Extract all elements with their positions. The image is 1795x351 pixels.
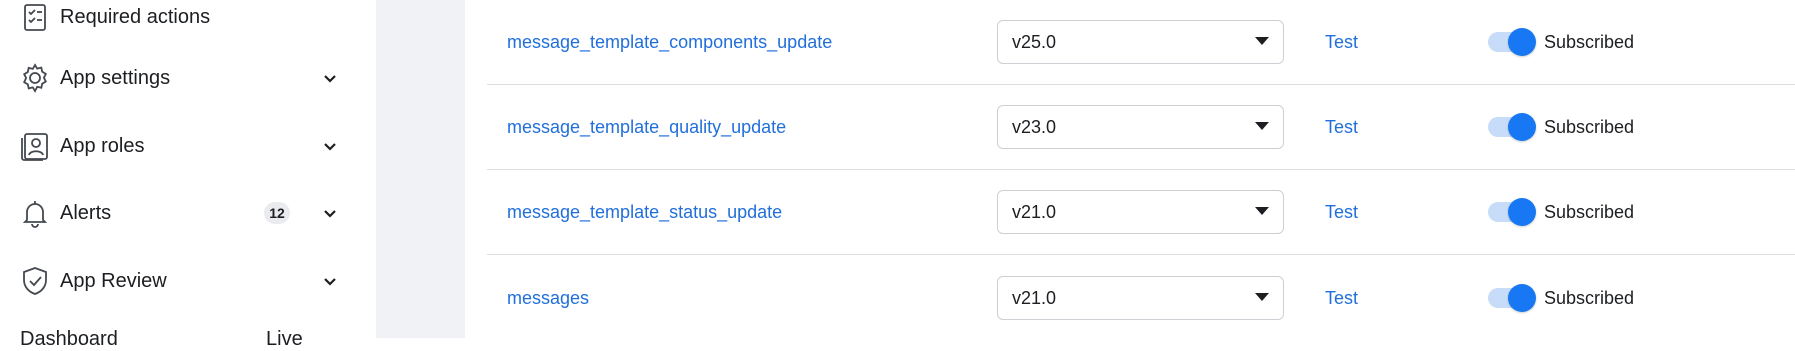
chevron-down-icon[interactable] bbox=[321, 69, 339, 87]
sidebar-item-required-actions[interactable]: Required actions bbox=[0, 0, 376, 43]
toggle-knob bbox=[1508, 284, 1536, 312]
toggle-knob bbox=[1508, 198, 1536, 226]
test-button[interactable]: Test bbox=[1325, 85, 1358, 169]
chevron-down-icon[interactable] bbox=[321, 204, 339, 222]
version-value: v25.0 bbox=[1012, 31, 1057, 52]
shield-check-icon bbox=[18, 264, 52, 298]
sidebar-item-label: App settings bbox=[60, 66, 171, 89]
test-button[interactable]: Test bbox=[1325, 170, 1358, 254]
version-select[interactable]: v25.0 bbox=[997, 20, 1284, 64]
chevron-down-icon[interactable] bbox=[321, 272, 339, 290]
test-button[interactable]: Test bbox=[1325, 256, 1358, 340]
sidebar-item-app-roles[interactable]: App roles bbox=[0, 120, 376, 172]
subscription-status: Subscribed bbox=[1544, 201, 1635, 222]
toggle-knob bbox=[1508, 113, 1536, 141]
sidebar: Required actions App settings App roles bbox=[0, 0, 376, 350]
caret-down-icon bbox=[1255, 207, 1269, 215]
caret-down-icon bbox=[1255, 37, 1269, 45]
toggle-knob bbox=[1508, 28, 1536, 56]
checklist-icon bbox=[18, 0, 52, 34]
sidebar-item-app-review[interactable]: App Review bbox=[0, 255, 376, 307]
webhook-field-name[interactable]: messages bbox=[507, 256, 589, 340]
sidebar-item-app-settings[interactable]: App settings bbox=[0, 52, 376, 104]
sidebar-cut-off-status: Live bbox=[266, 328, 303, 350]
sidebar-cut-off-item[interactable]: Dashboard bbox=[20, 328, 118, 351]
version-select[interactable]: v21.0 bbox=[997, 190, 1284, 234]
test-button[interactable]: Test bbox=[1325, 0, 1358, 84]
sidebar-item-label: App roles bbox=[60, 134, 145, 157]
caret-down-icon bbox=[1255, 293, 1269, 301]
subscribe-toggle[interactable] bbox=[1488, 113, 1536, 141]
id-badge-icon bbox=[18, 129, 52, 163]
version-value: v21.0 bbox=[1012, 287, 1057, 308]
version-value: v21.0 bbox=[1012, 201, 1057, 222]
sidebar-item-alerts[interactable]: Alerts 12 bbox=[0, 187, 376, 239]
chevron-down-icon[interactable] bbox=[321, 137, 339, 155]
subscription-status: Subscribed bbox=[1544, 31, 1635, 52]
sidebar-item-label: App Review bbox=[60, 269, 167, 292]
content-gutter bbox=[376, 0, 465, 338]
webhook-field-name[interactable]: message_template_quality_update bbox=[507, 85, 786, 169]
webhook-field-name[interactable]: message_template_components_update bbox=[507, 0, 832, 84]
webhook-field-name[interactable]: message_template_status_update bbox=[507, 170, 782, 254]
caret-down-icon bbox=[1255, 122, 1269, 130]
version-value: v23.0 bbox=[1012, 116, 1057, 137]
sidebar-item-label: Alerts bbox=[60, 201, 112, 224]
version-select[interactable]: v23.0 bbox=[997, 105, 1284, 149]
webhook-fields-table: message_template_components_update v25.0… bbox=[465, 0, 1795, 338]
gear-icon bbox=[18, 61, 52, 95]
alerts-count-badge: 12 bbox=[264, 202, 290, 224]
subscribe-toggle[interactable] bbox=[1488, 284, 1536, 312]
subscribe-toggle[interactable] bbox=[1488, 28, 1536, 56]
subscription-status: Subscribed bbox=[1544, 287, 1635, 308]
table-row: messages v21.0 Test Subscribed bbox=[487, 256, 1795, 341]
table-row: message_template_components_update v25.0… bbox=[487, 0, 1795, 85]
bell-icon bbox=[18, 196, 52, 230]
table-row: message_template_status_update v21.0 Tes… bbox=[487, 170, 1795, 255]
subscription-status: Subscribed bbox=[1544, 116, 1635, 137]
version-select[interactable]: v21.0 bbox=[997, 276, 1284, 320]
table-row: message_template_quality_update v23.0 Te… bbox=[487, 85, 1795, 170]
subscribe-toggle[interactable] bbox=[1488, 198, 1536, 226]
sidebar-item-label: Required actions bbox=[60, 5, 211, 28]
